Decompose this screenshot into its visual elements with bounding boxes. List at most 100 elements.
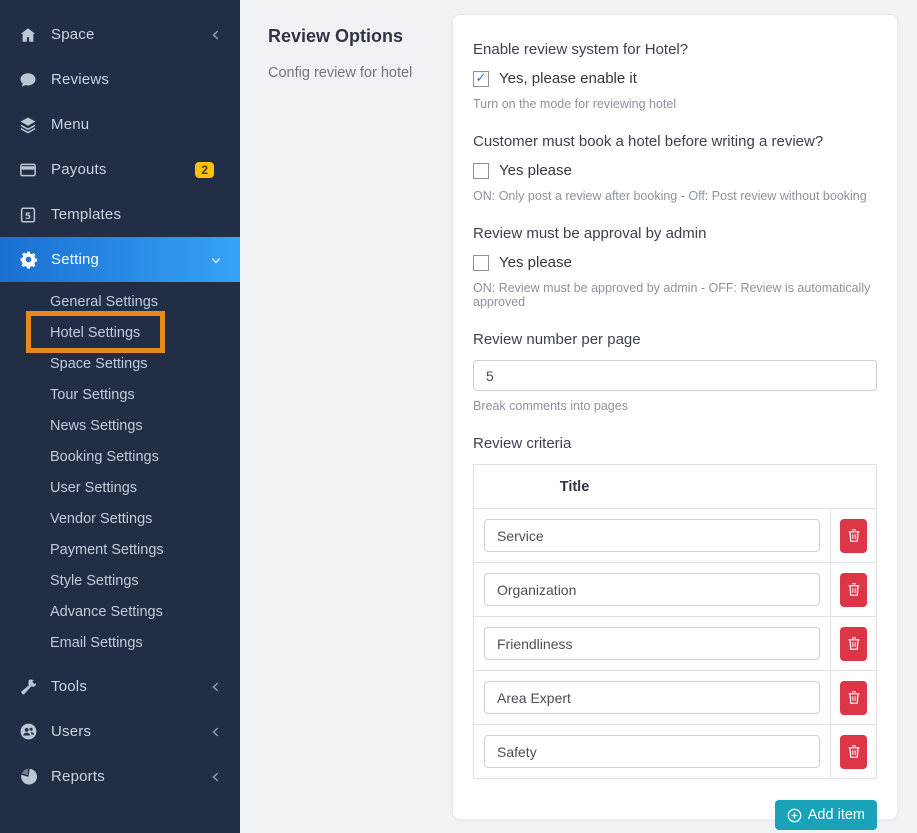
checkbox-row: Yes please: [473, 162, 877, 179]
review-options-card: Enable review system for Hotel? Yes, ple…: [452, 14, 898, 820]
sidebar-item-general-settings[interactable]: General Settings: [0, 287, 240, 318]
criteria-table-header: Title: [474, 465, 876, 509]
sidebar-item-style-settings[interactable]: Style Settings: [0, 566, 240, 597]
criteria-row: [474, 724, 876, 778]
page-intro: Review Options Config review for hotel: [240, 0, 452, 833]
criteria-cell: [474, 509, 830, 562]
sidebar-item-user-settings[interactable]: User Settings: [0, 473, 240, 504]
criteria-table: Title: [473, 464, 877, 779]
sidebar-item-users[interactable]: Users: [0, 709, 240, 754]
trash-icon: [847, 528, 861, 543]
delete-criteria-button[interactable]: [840, 573, 867, 607]
svg-text:5: 5: [25, 211, 31, 221]
chevron-left-icon: [210, 29, 222, 41]
approval-checkbox[interactable]: [473, 255, 489, 271]
help-text: ON: Review must be approved by admin - O…: [473, 281, 877, 309]
criteria-title-input[interactable]: [484, 627, 820, 660]
sidebar-item-label: Reviews: [51, 71, 222, 88]
sidebar-item-email-settings[interactable]: Email Settings: [0, 628, 240, 659]
criteria-title-input[interactable]: [484, 519, 820, 552]
sidebar-item-space[interactable]: Space: [0, 12, 240, 57]
sidebar-item-payment-settings[interactable]: Payment Settings: [0, 535, 240, 566]
delete-criteria-button[interactable]: [840, 519, 867, 553]
criteria-cell: [474, 671, 830, 724]
sidebar-main-nav: Space Reviews Menu: [0, 0, 240, 282]
sidebar-item-label: Reports: [51, 768, 210, 785]
delete-criteria-button[interactable]: [840, 735, 867, 769]
users-icon: [18, 722, 38, 742]
sidebar-item-advance-settings[interactable]: Advance Settings: [0, 597, 240, 628]
gear-icon: [18, 250, 38, 270]
field-label: Enable review system for Hotel?: [473, 41, 877, 58]
chat-icon: [18, 70, 38, 90]
sidebar-item-label: Templates: [51, 206, 222, 223]
criteria-row: [474, 670, 876, 724]
sidebar-item-payouts[interactable]: Payouts 2: [0, 147, 240, 192]
sidebar-item-label: Users: [51, 723, 210, 740]
sidebar-item-news-settings[interactable]: News Settings: [0, 411, 240, 442]
sidebar-item-booking-settings[interactable]: Booking Settings: [0, 442, 240, 473]
sidebar-item-label: Space: [51, 26, 210, 43]
delete-criteria-button[interactable]: [840, 627, 867, 661]
sidebar-item-menu[interactable]: Menu: [0, 102, 240, 147]
add-item-button[interactable]: Add item: [775, 800, 877, 830]
trash-icon: [847, 636, 861, 651]
sidebar-item-vendor-settings[interactable]: Vendor Settings: [0, 504, 240, 535]
enable-review-checkbox[interactable]: [473, 71, 489, 87]
sidebar-item-space-settings[interactable]: Space Settings: [0, 349, 240, 380]
must-book-section: Customer must book a hotel before writin…: [473, 133, 877, 203]
per-page-section: Review number per page Break comments in…: [473, 331, 877, 413]
criteria-delete-cell: [830, 725, 876, 778]
help-text: Turn on the mode for reviewing hotel: [473, 97, 877, 111]
criteria-title-input[interactable]: [484, 735, 820, 768]
chevron-left-icon: [210, 726, 222, 738]
sidebar-item-tour-settings[interactable]: Tour Settings: [0, 380, 240, 411]
criteria-title-input[interactable]: [484, 573, 820, 606]
review-per-page-input[interactable]: [473, 360, 877, 391]
help-text: ON: Only post a review after booking - O…: [473, 189, 877, 203]
criteria-delete-cell: [830, 617, 876, 670]
delete-criteria-button[interactable]: [840, 681, 867, 715]
hammer-icon: [18, 677, 38, 697]
chevron-down-icon: [210, 254, 222, 266]
html5-icon: 5: [18, 205, 38, 225]
help-text: Break comments into pages: [473, 399, 877, 413]
card-icon: [18, 160, 38, 180]
sidebar-item-hotel-settings[interactable]: Hotel Settings: [0, 318, 240, 349]
trash-icon: [847, 744, 861, 759]
checkbox-row: Yes, please enable it: [473, 70, 877, 87]
criteria-row: [474, 562, 876, 616]
criteria-delete-cell: [830, 509, 876, 562]
criteria-delete-cell: [830, 671, 876, 724]
sidebar-item-reviews[interactable]: Reviews: [0, 57, 240, 102]
sidebar-item-setting[interactable]: Setting: [0, 237, 240, 282]
pie-icon: [18, 767, 38, 787]
approval-section: Review must be approval by admin Yes ple…: [473, 225, 877, 309]
page-subtitle: Config review for hotel: [268, 65, 452, 81]
trash-icon: [847, 690, 861, 705]
criteria-row: [474, 616, 876, 670]
circle-plus-icon: [787, 808, 802, 823]
chevron-left-icon: [210, 771, 222, 783]
sidebar: Space Reviews Menu: [0, 0, 240, 833]
payouts-count-badge: 2: [195, 162, 214, 178]
app-window: Space Reviews Menu: [0, 0, 917, 833]
sidebar-item-tools[interactable]: Tools: [0, 664, 240, 709]
field-label: Review criteria: [473, 435, 877, 452]
checkbox-label: Yes please: [499, 162, 572, 179]
must-book-checkbox[interactable]: [473, 163, 489, 179]
enable-review-section: Enable review system for Hotel? Yes, ple…: [473, 41, 877, 111]
criteria-row: [474, 509, 876, 562]
title-column-header: Title: [474, 465, 675, 509]
main-content: Review Options Config review for hotel E…: [240, 0, 917, 833]
field-label: Review number per page: [473, 331, 877, 348]
trash-icon: [847, 582, 861, 597]
sidebar-item-reports[interactable]: Reports: [0, 754, 240, 799]
sidebar-item-label: Payouts: [51, 161, 195, 178]
layers-icon: [18, 115, 38, 135]
page-title: Review Options: [268, 26, 452, 47]
sidebar-item-templates[interactable]: 5 Templates: [0, 192, 240, 237]
criteria-title-input[interactable]: [484, 681, 820, 714]
sidebar-item-label: Setting: [51, 251, 210, 268]
criteria-cell: [474, 563, 830, 616]
